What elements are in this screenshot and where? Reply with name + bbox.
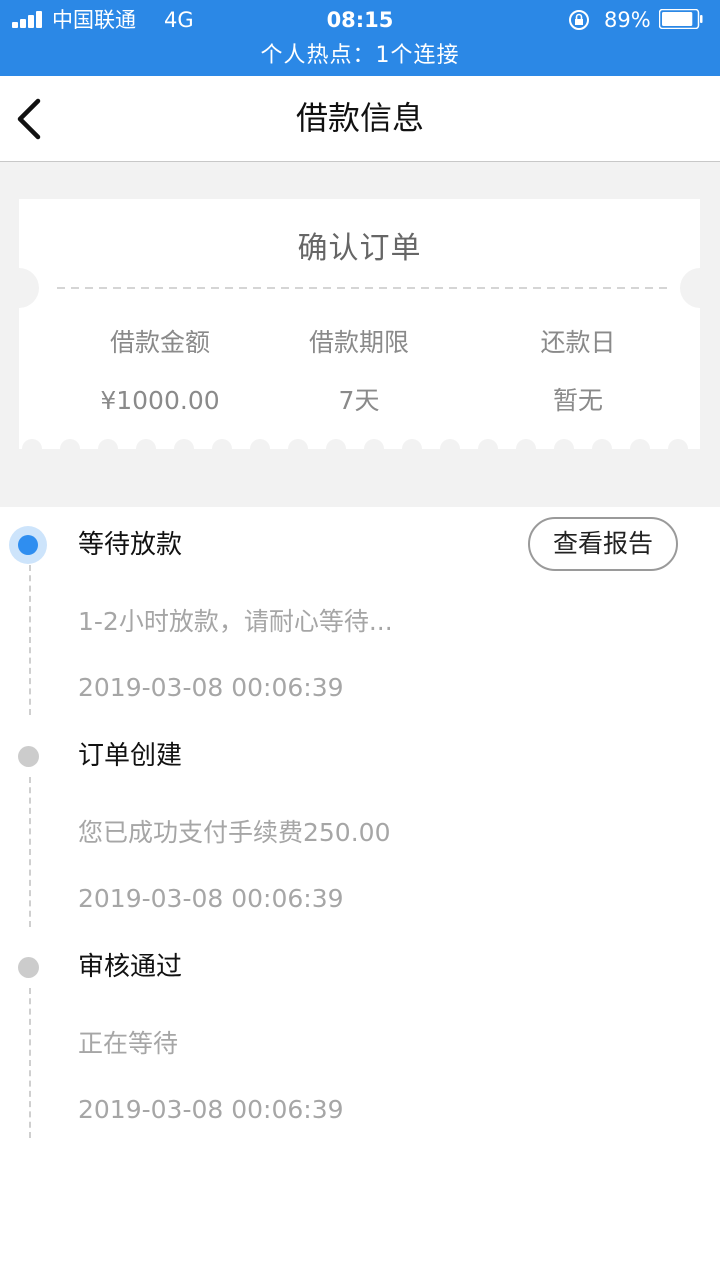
timeline-item-description: 1-2小时放款，请耐心等待... bbox=[78, 607, 393, 636]
page-title: 借款信息 bbox=[295, 99, 424, 137]
timeline-item-description: 正在等待 bbox=[78, 1029, 179, 1058]
rotation-lock-icon bbox=[569, 10, 589, 30]
battery-percent: 89% bbox=[604, 8, 651, 32]
timeline-item-time: 2019-03-08 00:06:39 bbox=[78, 673, 344, 702]
loan-amount-field: 借款金额 ¥1000.00 bbox=[50, 326, 270, 418]
loan-amount-label: 借款金额 bbox=[109, 328, 210, 357]
view-report-button[interactable]: 查看报告 bbox=[528, 517, 678, 571]
loan-amount-value: ¥1000.00 bbox=[100, 386, 220, 415]
timeline-connector bbox=[29, 565, 31, 715]
timeline-item-title: 等待放款 bbox=[78, 530, 183, 560]
order-ticket-card: 确认订单 借款金额 ¥1000.00 借款期限 7天 还款日 暂无 bbox=[19, 199, 700, 449]
loan-term-value: 7天 bbox=[338, 386, 380, 415]
status-dot-icon bbox=[18, 957, 39, 978]
timeline-connector bbox=[29, 988, 31, 1138]
loan-term-label: 借款期限 bbox=[308, 328, 409, 357]
active-status-dot-icon bbox=[9, 526, 47, 564]
navigation-bar: 借款信息 bbox=[0, 76, 720, 162]
timeline-item-time: 2019-03-08 00:06:39 bbox=[78, 884, 344, 913]
repayment-date-field: 还款日 暂无 bbox=[468, 326, 688, 418]
timeline-connector bbox=[29, 777, 31, 927]
timeline-item-title: 审核通过 bbox=[78, 952, 183, 982]
loan-term-field: 借款期限 7天 bbox=[249, 326, 469, 418]
hotspot-banner[interactable]: 个人热点：1个连接 bbox=[0, 40, 720, 72]
order-summary-area: 确认订单 借款金额 ¥1000.00 借款期限 7天 还款日 暂无 bbox=[0, 162, 720, 507]
timeline-item-title: 订单创建 bbox=[78, 741, 183, 771]
status-bar: 中国联通 4G 08:15 89% 个人热点：1个连接 bbox=[0, 0, 720, 76]
timeline-item-time: 2019-03-08 00:06:39 bbox=[78, 1095, 344, 1124]
repayment-date-label: 还款日 bbox=[540, 328, 616, 357]
repayment-date-value: 暂无 bbox=[552, 386, 603, 415]
timeline-item-description: 您已成功支付手续费250.00 bbox=[78, 818, 391, 847]
status-dot-icon bbox=[18, 746, 39, 767]
battery-icon bbox=[659, 9, 703, 29]
order-card-title: 确认订单 bbox=[297, 231, 422, 266]
